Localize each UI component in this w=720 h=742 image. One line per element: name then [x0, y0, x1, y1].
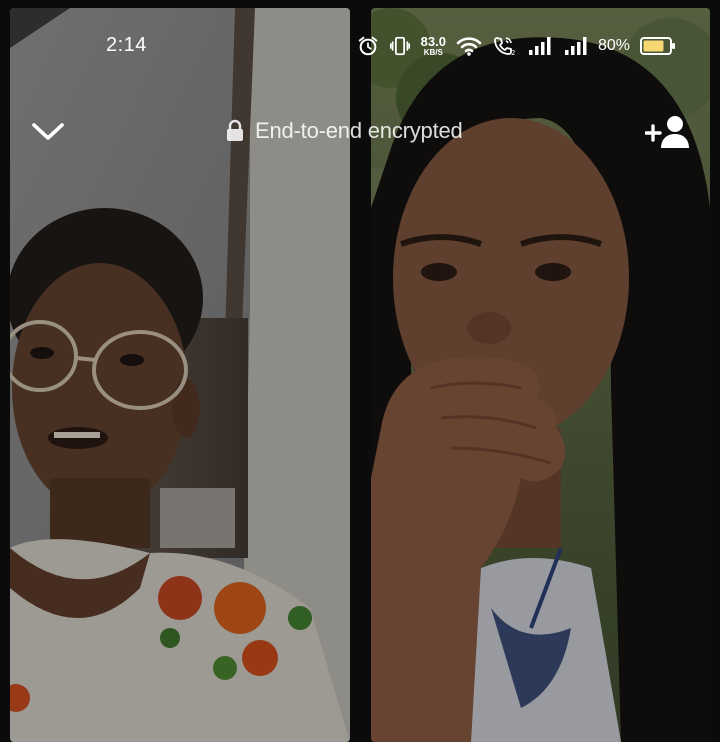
status-time: 2:14 [106, 34, 147, 56]
add-participant-button[interactable] [644, 110, 694, 154]
alarm-icon [357, 35, 379, 57]
volte-call-icon: 2 [492, 35, 518, 57]
svg-text:2: 2 [511, 49, 515, 57]
collapse-call-button[interactable] [28, 114, 68, 150]
battery-percent: 80% [597, 37, 630, 54]
vibrate-icon [389, 35, 411, 57]
network-speed-unit: KB/S [423, 48, 443, 57]
wifi-icon [456, 35, 482, 57]
add-person-icon [645, 116, 689, 148]
signal-icon [528, 36, 554, 56]
network-speed: 83.0 KB/S [421, 35, 446, 57]
signal-icon [564, 36, 590, 56]
encryption-notice[interactable]: End-to-end encrypted [225, 118, 463, 144]
lock-icon [227, 119, 243, 141]
encryption-label: End-to-end encrypted [255, 118, 463, 143]
call-header: End-to-end encrypted [0, 108, 720, 156]
status-icons: 83.0 KB/S 2 80% [357, 32, 676, 60]
chevron-down-icon [32, 123, 64, 140]
network-speed-value: 83.0 [420, 34, 446, 49]
battery-icon [640, 36, 676, 56]
status-bar: 2:14 83.0 KB/S 2 80% [0, 28, 720, 64]
